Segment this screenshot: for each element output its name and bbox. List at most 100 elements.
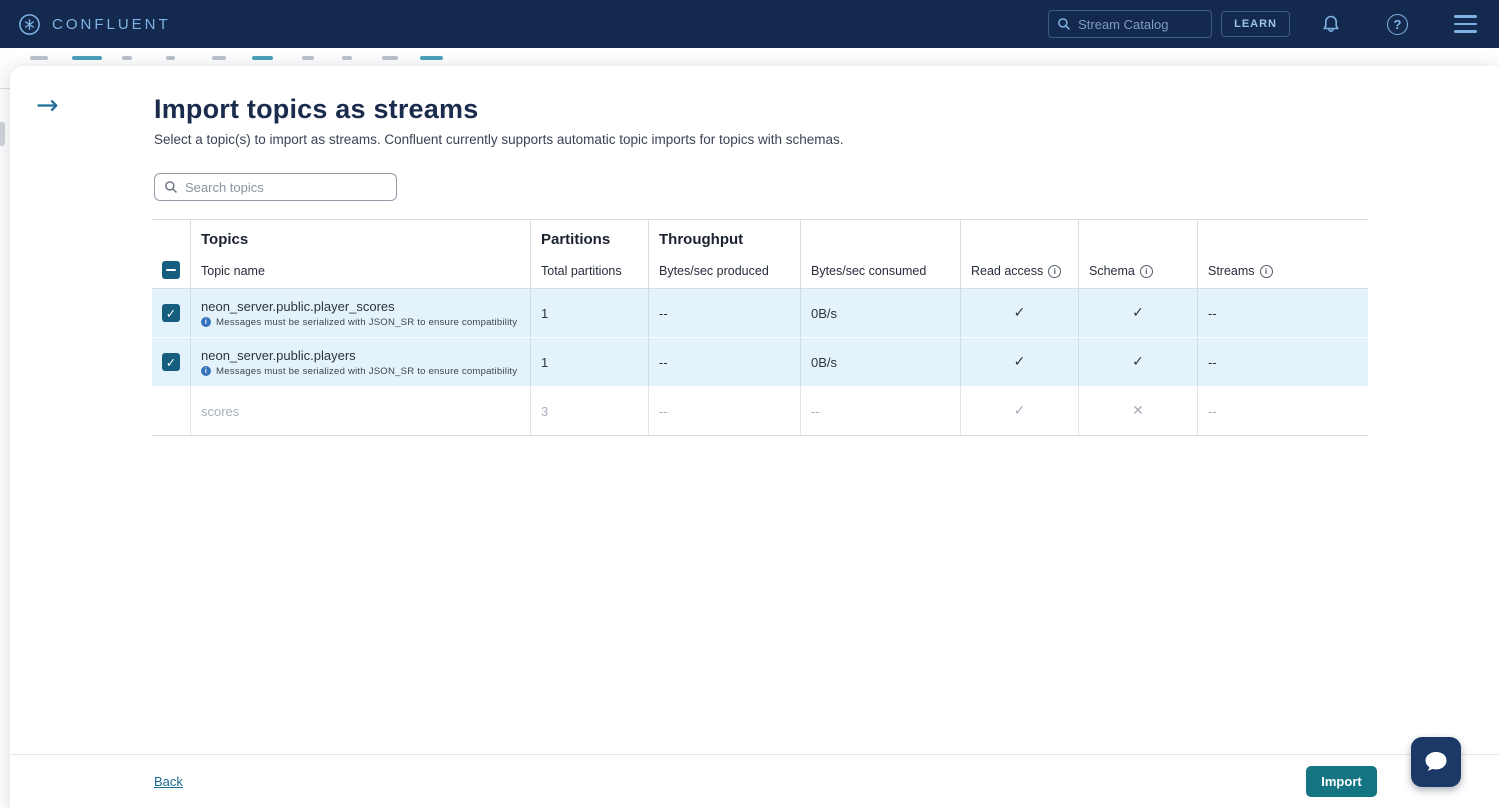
brand-name: CONFLUENT [52,16,171,33]
read-access-cell: ✓ [960,387,1078,435]
partitions-cell: 1 [530,289,648,337]
import-topics-panel: → Import topics as streams Select a topi… [10,66,1499,808]
bytes-produced-value: -- [659,355,668,370]
top-navbar: CONFLUENT LEARN ? [0,0,1499,48]
help-icon[interactable]: ? [1387,14,1408,35]
column-group-title [1208,231,1358,249]
column-header-read-access: Read access i [960,220,1078,288]
search-icon [164,180,178,194]
info-icon[interactable]: i [1048,265,1061,278]
column-group-title [1089,231,1187,249]
chat-widget-button[interactable] [1411,737,1461,787]
partitions-value: 3 [541,404,548,419]
read-access-value: ✓ [1014,305,1026,321]
search-topics-input[interactable] [185,180,387,195]
column-sub-title: Streams i [1208,264,1358,278]
bytes-produced-cell: -- [648,289,800,337]
column-group-title: Partitions [541,231,638,249]
column-group-title [971,231,1068,249]
bytes-consumed-value: 0B/s [811,355,837,370]
bytes-consumed-value: 0B/s [811,306,837,321]
topic-name-cell: neon_server.public.player_scoresi Message… [190,289,530,337]
column-sub-title: Topic name [201,264,520,278]
topics-table: Topics Topic name Partitions Total partitio… [152,219,1368,436]
stream-catalog-input[interactable] [1078,17,1203,32]
schema-value: ✓ [1132,354,1144,370]
import-button[interactable]: Import [1306,766,1377,797]
column-sub-label: Read access [971,264,1043,278]
topic-row[interactable]: ✓ neon_server.public.player_scoresi Messag… [152,289,1368,338]
confluent-logo-icon [18,13,41,36]
modal-footer: Back Import [10,754,1499,808]
column-group-title: Topics [201,231,520,249]
table-body: ✓ neon_server.public.player_scoresi Messag… [152,289,1368,436]
column-header-bytes-sec-produced: Throughput Bytes/sec produced [648,220,800,288]
column-header-topic-name: Topics Topic name [190,220,530,288]
bytes-produced-cell: -- [648,387,800,435]
schema-value: ✓ [1132,305,1144,321]
select-all-checkbox[interactable] [162,261,180,279]
bytes-consumed-cell: 0B/s [800,338,960,386]
bytes-consumed-value: -- [811,404,820,419]
streams-value: -- [1208,355,1217,370]
search-icon [1057,17,1071,31]
column-header-streams: Streams i [1197,220,1368,288]
hamburger-menu-icon[interactable] [1454,15,1477,33]
topic-note-text: Messages must be serialized with JSON_SR… [216,366,517,377]
topic-note: i Messages must be serialized with JSON_S… [201,317,517,328]
topic-name-cell: neon_server.public.players iMessages must… [190,338,530,386]
column-group-title [811,231,950,249]
page-title: Import topics as streams [154,94,478,125]
stream-catalog-search[interactable] [1048,10,1212,38]
bytes-consumed-cell: 0B/s [800,289,960,337]
column-sub-label: Topic name [201,264,265,278]
info-icon: i [201,317,211,327]
partitions-value: 1 [541,306,548,321]
read-access-cell: ✓ [960,289,1078,337]
schema-value: ✕ [1132,403,1144,419]
back-link[interactable]: Back [154,774,183,789]
topic-note-text: Messages must be serialized with JSON_SR… [216,317,517,328]
bytes-produced-value: -- [659,306,668,321]
column-sub-title: Bytes/sec consumed [811,264,950,278]
streams-value: -- [1208,306,1217,321]
column-header-bytes-sec-consumed: Bytes/sec consumed [800,220,960,288]
column-group-title: Throughput [659,231,790,249]
learn-button[interactable]: LEARN [1221,11,1290,37]
topic-note: iMessages must be serialized with JSON_S… [201,366,517,377]
row-select-cell [152,387,190,435]
notifications-bell-icon[interactable] [1321,14,1341,35]
page-left-edge [0,48,10,808]
bytes-produced-cell: -- [648,338,800,386]
search-topics-box[interactable] [154,173,397,201]
partitions-cell: 3 [530,387,648,435]
column-sub-title: Bytes/sec produced [659,264,790,278]
column-header-schema: Schemai [1078,220,1197,288]
column-sub-title: Schemai [1089,264,1187,278]
topic-name: scores [201,404,239,419]
topic-row[interactable]: ✓ neon_server.public.players iMessages mus… [152,338,1368,387]
collapse-arrow-icon[interactable]: → [36,92,59,119]
table-header: Topics Topic name Partitions Total partitio… [152,219,1368,289]
topic-name: neon_server.public.player_scores [201,299,395,314]
column-sub-title: Total partitions [541,264,638,278]
row-select-cell: ✓ [152,338,190,386]
column-sub-label: Streams [1208,264,1255,278]
column-sub-label: Bytes/sec consumed [811,264,926,278]
info-icon[interactable]: i [1260,265,1273,278]
streams-cell: -- [1197,289,1368,337]
row-checkbox[interactable]: ✓ [162,304,180,322]
bytes-produced-value: -- [659,404,668,419]
topic-name: neon_server.public.players [201,348,356,363]
column-sub-title: Read access i [971,264,1068,278]
partitions-value: 1 [541,355,548,370]
row-checkbox[interactable]: ✓ [162,353,180,371]
info-icon[interactable]: i [1140,265,1153,278]
partitions-cell: 1 [530,338,648,386]
column-sub-label: Total partitions [541,264,622,278]
select-all-header-cell [152,220,190,288]
column-sub-label: Schema [1089,264,1135,278]
read-access-value: ✓ [1014,403,1026,419]
streams-cell: -- [1197,387,1368,435]
schema-cell: ✓ [1078,338,1197,386]
